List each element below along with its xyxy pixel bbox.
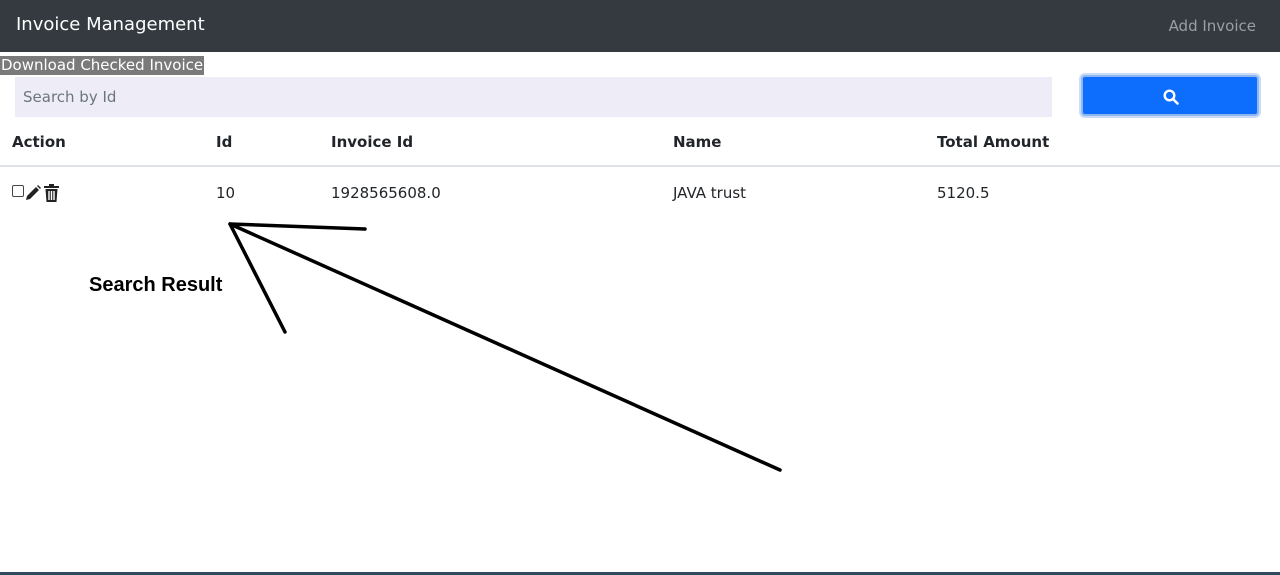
search-result-annotation: Search Result (89, 274, 223, 296)
